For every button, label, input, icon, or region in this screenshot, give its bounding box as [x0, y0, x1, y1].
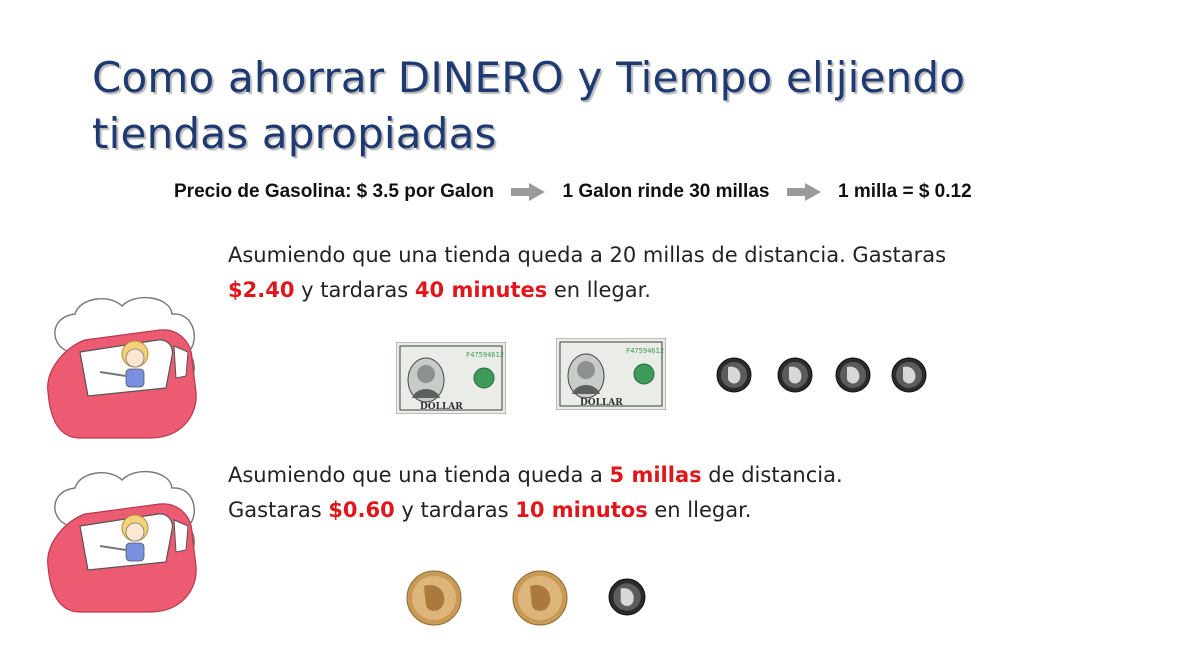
gas-price-text: Precio de Gasolina: $ 3.5 por Galon: [174, 181, 494, 202]
scenario-1-text-c: en llegar.: [547, 278, 651, 302]
scenario-2-text-a: Asumiendo que una tienda queda a: [228, 463, 610, 487]
dollar-bill-icon: F47594612 DOLLAR: [396, 342, 506, 414]
cost-per-mile-text: 1 milla = $ 0.12: [838, 181, 972, 202]
bill-serial: F47594612: [466, 351, 504, 359]
bill-text: DOLLAR: [580, 398, 623, 408]
scenario-1-text-b: y tardaras: [294, 278, 415, 302]
quarter-coin-icon: [512, 570, 568, 626]
scenario-1-text-a: Asumiendo que una tienda queda a 20 mill…: [228, 243, 947, 267]
arrow-right-icon: [511, 182, 546, 201]
scenario-2-time: 10 minutos: [515, 498, 648, 522]
dime-coin-icon: [608, 578, 646, 616]
dime-coin-icon: [716, 357, 752, 393]
dime-coin-icon: [835, 357, 871, 393]
scenario-1-time: 40 minutes: [414, 278, 548, 302]
bill-text: DOLLAR: [420, 402, 463, 412]
scenario-2-text-d: en llegar.: [647, 498, 752, 522]
quarter-coin-icon: [406, 570, 462, 626]
dollar-bill-icon: F47594612 DOLLAR: [556, 338, 666, 410]
scenario-1-text: Asumiendo que una tienda queda a 20 mill…: [228, 238, 988, 308]
scenario-2-text: Asumiendo que una tienda queda a 5 milla…: [228, 458, 848, 528]
arrow-right-icon: [786, 182, 821, 201]
scenario-1-cost: $2.40: [228, 278, 295, 302]
dime-coin-icon: [891, 357, 927, 393]
dime-coin-icon: [777, 357, 813, 393]
gallon-miles-text: 1 Galon rinde 30 millas: [562, 181, 770, 202]
scenario-2-distance: 5 millas: [609, 463, 702, 487]
bill-serial: F47594612: [626, 347, 664, 355]
thought-cloud-car-icon: [47, 296, 197, 439]
thought-cloud-car-icon: [47, 470, 197, 613]
slide-title: Como ahorrar DINERO y Tiempo elijiendo t…: [92, 53, 966, 158]
gas-price-line: Precio de Gasolina: $ 3.5 por Galon 1 Ga…: [174, 178, 1004, 206]
scenario-2-text-c: y tardaras: [394, 498, 516, 522]
scenario-2-cost: $0.60: [328, 498, 395, 522]
